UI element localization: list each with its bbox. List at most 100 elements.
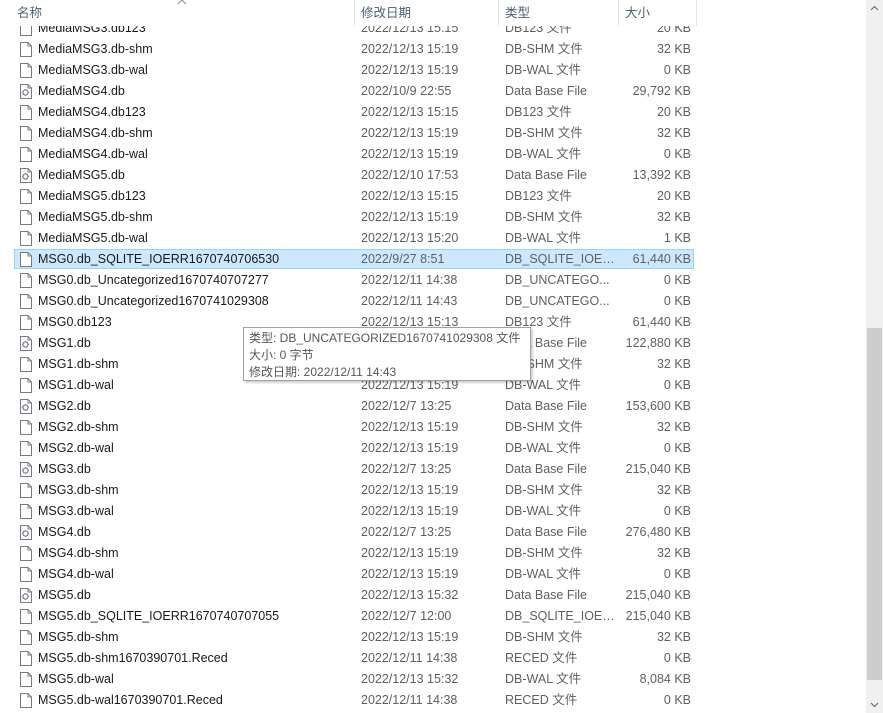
file-row[interactable]: MSG5.db 2022/12/13 15:32 Data Base File 215… [0,585,866,606]
file-size: 32 KB [656,210,691,224]
document-icon [20,378,32,393]
file-row[interactable]: MediaMSG4.db-wal 2022/12/13 15:19 DB-WAL 文… [0,144,866,165]
document-icon [20,693,32,708]
file-row[interactable]: MSG5.db-wal1670390701.Reced 2022/12/11 14… [0,690,866,711]
file-row[interactable]: MediaMSG3.db-wal 2022/12/13 15:19 DB-WAL 文… [0,60,866,81]
file-name: MediaMSG4.db-wal [38,147,148,161]
column-divider[interactable] [498,0,499,26]
file-size: 215,040 KB [625,588,691,602]
scrollbar-thumb[interactable] [867,328,882,680]
file-modified-date: 2022/12/7 13:25 [361,399,452,413]
file-type: DB-WAL 文件 [505,63,582,77]
database-file-icon [20,84,32,99]
file-row[interactable]: MSG5.db-wal 2022/12/13 15:32 DB-WAL 文件 8,08… [0,669,866,690]
file-size: 13,392 KB [632,168,691,182]
file-type: DB_SQLITE_IOER... [505,609,617,623]
file-row[interactable]: MSG3.db-wal 2022/12/13 15:19 DB-WAL 文件 0 KB [0,501,866,522]
document-icon [20,567,32,582]
column-divider[interactable] [696,0,697,26]
column-divider[interactable] [354,0,355,26]
file-size: 20 KB [656,105,691,119]
file-row[interactable]: MSG5.db_SQLITE_IOERR1670740707055 2022/12… [0,606,866,627]
file-modified-date: 2022/12/7 12:00 [361,609,452,623]
file-name: MSG5.db-shm [38,630,119,644]
file-row[interactable]: MediaMSG3.db-shm 2022/12/13 15:19 DB-SHM 文… [0,39,866,60]
document-icon [20,294,32,309]
tooltip-type-line: 类型: DB_UNCATEGORIZED1670741029308 文件 [249,331,521,345]
file-type: DB-WAL 文件 [505,504,582,518]
file-row[interactable]: MSG2.db-wal 2022/12/13 15:19 DB-WAL 文件 0 KB [0,438,866,459]
file-size: 32 KB [656,357,691,371]
file-size: 0 KB [663,504,691,518]
column-header-size[interactable]: 大小 [620,0,696,26]
file-size: 61,440 KB [632,252,691,266]
document-icon [20,546,32,561]
column-header-date[interactable]: 修改日期 [356,0,498,26]
file-modified-date: 2022/12/7 13:25 [361,525,452,539]
document-icon [20,126,32,141]
file-name: MSG4.db-shm [38,546,119,560]
document-icon [20,504,32,519]
column-header-bar: 名称 修改日期 类型 大小 [0,0,866,26]
file-type: DB-SHM 文件 [505,420,583,434]
file-row[interactable]: MSG2.db 2022/12/7 13:25 Data Base File 153,… [0,396,866,417]
file-row[interactable]: MediaMSG5.db 2022/12/10 17:53 Data Base Fi… [0,165,866,186]
file-row[interactable]: MediaMSG4.db 2022/10/9 22:55 Data Base Fil… [0,81,866,102]
file-row[interactable]: MSG0.db_Uncategorized1670741029308 2022/1… [0,291,866,312]
file-row[interactable]: MediaMSG5.db-shm 2022/12/13 15:19 DB-SHM 文… [0,207,866,228]
file-type: DB-SHM 文件 [505,546,583,560]
file-modified-date: 2022/12/13 15:19 [361,210,459,224]
vertical-scrollbar[interactable] [866,0,883,713]
file-type: DB-SHM 文件 [505,126,583,140]
file-size: 32 KB [656,126,691,140]
file-modified-date: 2022/12/13 15:32 [361,672,459,686]
file-size: 0 KB [663,63,691,77]
file-type: DB-SHM 文件 [505,42,583,56]
column-header-type[interactable]: 类型 [500,0,618,26]
file-type: Data Base File [505,462,587,476]
scroll-up-arrow-icon[interactable] [866,0,883,17]
column-header-size-label: 大小 [625,6,651,20]
document-icon [20,315,32,330]
file-modified-date: 2022/12/13 15:19 [361,567,459,581]
file-row[interactable]: MSG3.db 2022/12/7 13:25 Data Base File 215,… [0,459,866,480]
file-size: 29,792 KB [632,84,691,98]
file-row[interactable]: MSG0.db_SQLITE_IOERR1670740706530 2022/9/… [0,249,866,270]
file-row[interactable]: MSG5.db-shm1670390701.Reced 2022/12/11 14… [0,648,866,669]
file-size: 0 KB [663,693,691,707]
file-modified-date: 2022/12/13 15:19 [361,441,459,455]
file-row[interactable]: MSG2.db-shm 2022/12/13 15:19 DB-SHM 文件 32 K… [0,417,866,438]
file-name: MediaMSG4.db123 [38,105,146,119]
document-icon [20,483,32,498]
file-size: 276,480 KB [625,525,691,539]
scroll-down-arrow-icon[interactable] [866,696,883,713]
file-modified-date: 2022/12/13 15:19 [361,546,459,560]
file-name: MSG5.db_SQLITE_IOERR1670740707055 [38,609,280,623]
column-header-date-label: 修改日期 [361,6,412,20]
file-modified-date: 2022/12/13 15:19 [361,630,459,644]
document-icon [20,357,32,372]
file-size: 1 KB [663,231,691,245]
file-row[interactable]: MediaMSG4.db123 2022/12/13 15:15 DB123 文件 2… [0,102,866,123]
file-modified-date: 2022/12/13 15:19 [361,420,459,434]
file-row[interactable]: MSG4.db 2022/12/7 13:25 Data Base File 276,… [0,522,866,543]
file-name: MediaMSG5.db-wal [38,231,148,245]
file-size: 0 KB [663,441,691,455]
file-row[interactable]: MediaMSG5.db-wal 2022/12/13 15:20 DB-WAL 文… [0,228,866,249]
file-row[interactable]: MSG4.db-shm 2022/12/13 15:19 DB-SHM 文件 32 K… [0,543,866,564]
file-name: MSG2.db-shm [38,420,119,434]
file-row[interactable]: MSG3.db-shm 2022/12/13 15:19 DB-SHM 文件 32 K… [0,480,866,501]
file-size: 32 KB [656,630,691,644]
column-divider[interactable] [618,0,619,26]
file-row[interactable]: MediaMSG4.db-shm 2022/12/13 15:19 DB-SHM 文… [0,123,866,144]
file-row[interactable]: MSG5.db-shm 2022/12/13 15:19 DB-SHM 文件 32 K… [0,627,866,648]
file-row[interactable]: MediaMSG5.db123 2022/12/13 15:15 DB123 文件 2… [0,186,866,207]
file-row[interactable]: MSG0.db_Uncategorized1670740707277 2022/1… [0,270,866,291]
database-file-icon [20,588,32,603]
file-type: DB-SHM 文件 [505,630,583,644]
file-name: MSG3.db-wal [38,504,114,518]
file-size: 8,084 KB [639,672,691,686]
file-type: RECED 文件 [505,693,578,707]
file-size: 0 KB [663,273,691,287]
file-row[interactable]: MSG4.db-wal 2022/12/13 15:19 DB-WAL 文件 0 KB [0,564,866,585]
